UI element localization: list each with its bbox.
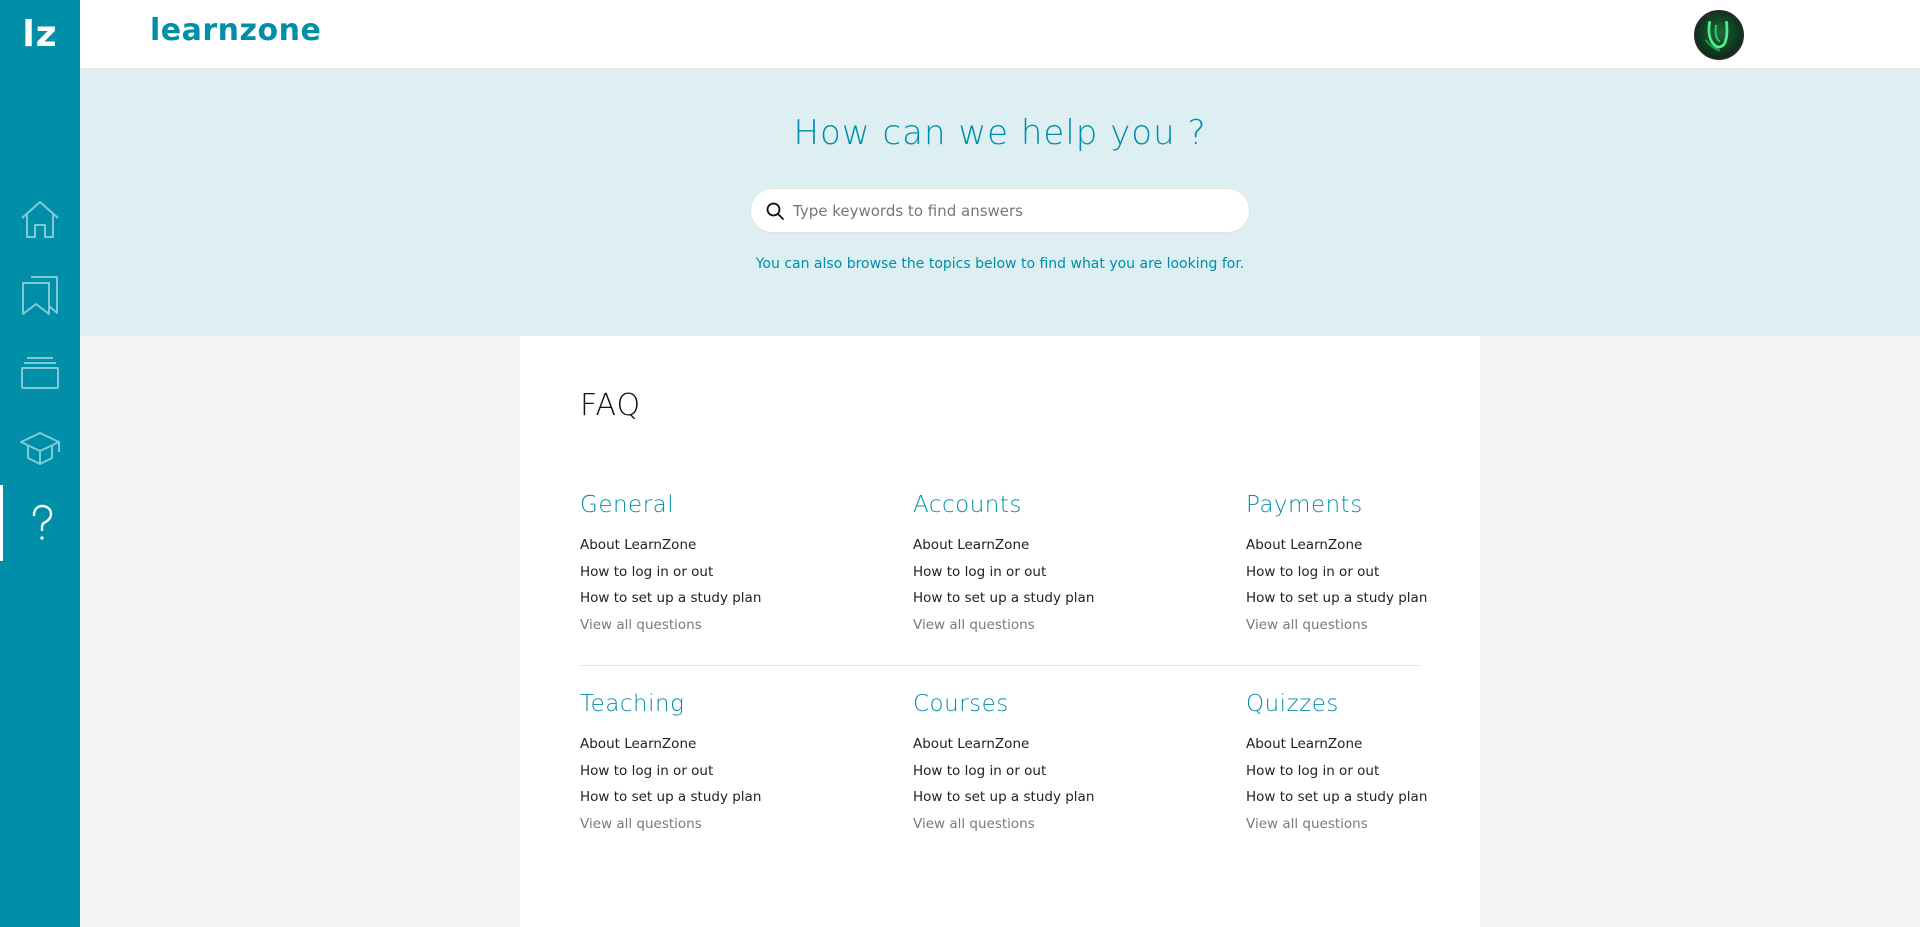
faq-link[interactable]: About LearnZone	[580, 532, 840, 559]
topic-title[interactable]: Teaching	[580, 687, 840, 721]
faq-link[interactable]: About LearnZone	[1246, 731, 1506, 758]
bookmark-icon	[22, 276, 58, 315]
graduation-cap-icon	[20, 432, 60, 465]
avatar-image	[1704, 20, 1729, 52]
faq-topic-accounts: Accounts About LearnZone How to log in o…	[913, 488, 1173, 638]
stack-icon	[21, 357, 59, 389]
question-mark-icon	[32, 504, 52, 540]
hero-subtitle: You can also browse the topics below to …	[755, 256, 1245, 272]
view-all-link[interactable]: View all questions	[580, 811, 840, 838]
faq-link[interactable]: About LearnZone	[580, 731, 840, 758]
faq-topic-teaching: Teaching About LearnZone How to log in o…	[580, 687, 840, 837]
faq-link[interactable]: About LearnZone	[1246, 532, 1506, 559]
search-icon	[766, 202, 784, 220]
hero-title: How can we help you ?	[793, 113, 1207, 153]
sidebar-item-collections[interactable]	[0, 333, 80, 409]
search-input[interactable]	[791, 189, 1231, 232]
faq-link[interactable]: How to set up a study plan	[1246, 784, 1506, 811]
sidebar-item-courses[interactable]	[0, 409, 80, 485]
faq-link[interactable]: How to log in or out	[913, 758, 1173, 785]
faq-link[interactable]: How to set up a study plan	[1246, 585, 1506, 612]
faq-title: FAQ	[580, 388, 642, 423]
faq-topic-quizzes: Quizzes About LearnZone How to log in or…	[1246, 687, 1506, 837]
faq-card: FAQ General About LearnZone How to log i…	[520, 336, 1480, 927]
faq-topic-general: General About LearnZone How to log in or…	[580, 488, 840, 638]
sidebar: lz	[0, 0, 80, 927]
faq-link[interactable]: How to log in or out	[913, 559, 1173, 586]
view-all-link[interactable]: View all questions	[1246, 811, 1506, 838]
topic-title[interactable]: Payments	[1246, 488, 1506, 522]
faq-link[interactable]: How to log in or out	[1246, 758, 1506, 785]
faq-link[interactable]: How to set up a study plan	[580, 784, 840, 811]
topic-title[interactable]: General	[580, 488, 840, 522]
search-box[interactable]	[750, 188, 1250, 233]
section-divider	[580, 665, 1420, 666]
sidebar-logo[interactable]: lz	[0, 14, 80, 55]
brand-logo[interactable]: learnzone	[150, 13, 321, 48]
view-all-link[interactable]: View all questions	[580, 612, 840, 639]
faq-link[interactable]: How to log in or out	[1246, 559, 1506, 586]
help-hero: How can we help you ? You can also brows…	[80, 69, 1920, 336]
faq-link[interactable]: How to log in or out	[580, 559, 840, 586]
faq-link[interactable]: How to set up a study plan	[913, 784, 1173, 811]
sidebar-item-home[interactable]	[0, 181, 80, 257]
faq-link[interactable]: About LearnZone	[913, 731, 1173, 758]
sidebar-item-bookmarks[interactable]	[0, 257, 80, 333]
sidebar-item-help[interactable]	[0, 485, 80, 561]
faq-link[interactable]: How to log in or out	[580, 758, 840, 785]
view-all-link[interactable]: View all questions	[1246, 612, 1506, 639]
home-icon	[21, 201, 59, 238]
user-avatar[interactable]	[1694, 10, 1744, 60]
topic-title[interactable]: Courses	[913, 687, 1173, 721]
faq-topic-courses: Courses About LearnZone How to log in or…	[913, 687, 1173, 837]
faq-topic-payments: Payments About LearnZone How to log in o…	[1246, 488, 1506, 638]
view-all-link[interactable]: View all questions	[913, 811, 1173, 838]
view-all-link[interactable]: View all questions	[913, 612, 1173, 639]
top-header: learnzone	[80, 0, 1920, 69]
faq-link[interactable]: About LearnZone	[913, 532, 1173, 559]
topic-title[interactable]: Quizzes	[1246, 687, 1506, 721]
faq-link[interactable]: How to set up a study plan	[913, 585, 1173, 612]
topic-title[interactable]: Accounts	[913, 488, 1173, 522]
faq-link[interactable]: How to set up a study plan	[580, 585, 840, 612]
